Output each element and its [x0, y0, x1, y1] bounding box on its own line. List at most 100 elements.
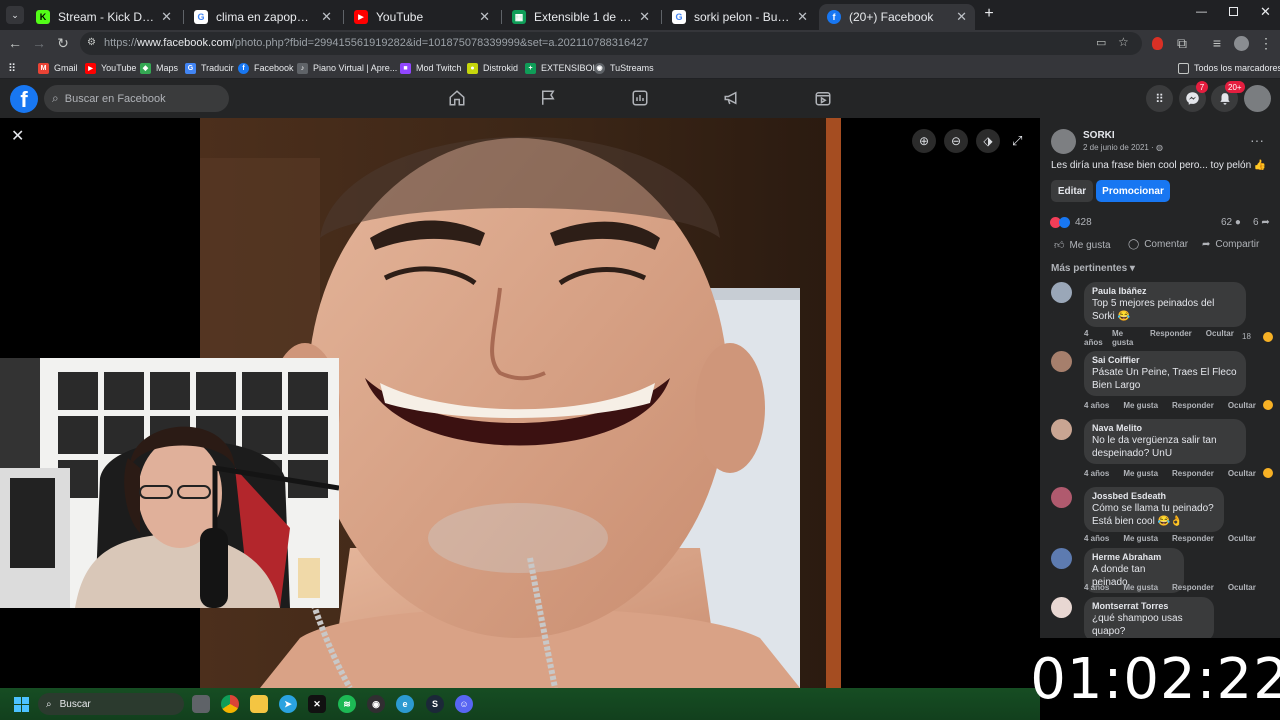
ads-megaphone-icon[interactable] [721, 87, 743, 109]
task-view-icon[interactable] [192, 695, 210, 713]
tab-search-button[interactable]: ⌄ [6, 6, 24, 24]
close-tab-icon[interactable]: ✕ [639, 9, 650, 25]
commenter-avatar[interactable] [1051, 419, 1072, 440]
commenter-avatar[interactable] [1051, 597, 1072, 618]
comment-action-button[interactable]: ◯ Comentar [1128, 239, 1188, 250]
tab-facebook[interactable]: f (20+) Facebook ✕ [819, 4, 975, 30]
bookmark-facebook[interactable]: f Facebook [238, 60, 294, 76]
extensions-puzzle-icon[interactable]: ⧉ [1173, 34, 1191, 52]
address-bar[interactable]: ⚙ https://www.facebook.com/photo.php?fbi… [80, 32, 1142, 55]
author-avatar[interactable] [1051, 129, 1076, 154]
bookmark-tustreams[interactable]: ◉ TuStreams [594, 60, 654, 76]
tab-youtube[interactable]: ▶ YouTube ✕ [346, 4, 498, 30]
dashboard-icon[interactable] [629, 87, 651, 109]
commenter-avatar[interactable] [1051, 487, 1072, 508]
back-icon[interactable]: ← [6, 34, 24, 52]
browser-menu-icon[interactable]: ⋮ [1257, 34, 1275, 52]
close-window-icon[interactable]: ✕ [1260, 4, 1271, 20]
close-tab-icon[interactable]: ✕ [797, 9, 808, 25]
notifications-bell-icon[interactable]: 20+ [1211, 81, 1245, 112]
comment-icon: ◯ [1128, 239, 1140, 250]
pages-flag-icon[interactable] [537, 87, 559, 109]
gaming-icon[interactable] [812, 87, 834, 109]
apps-grid-icon[interactable]: ⠿ [8, 60, 16, 76]
facebook-search-input[interactable]: ⌕ Buscar en Facebook [44, 85, 229, 112]
comment-sort-dropdown[interactable]: Más pertinentes ▾ [1051, 263, 1135, 274]
tab-sorki-search[interactable]: G sorki pelon - Buscar con Googl ✕ [664, 4, 816, 30]
bookmark-distrokid[interactable]: ● Distrokid [467, 60, 518, 76]
post-date[interactable]: 2 de junio de 2021 · ◍ [1083, 143, 1163, 152]
chrome-taskbar-icon[interactable] [221, 695, 239, 713]
bookmark-extensibol[interactable]: + EXTENSIBOL [525, 60, 598, 76]
facebook-logo[interactable]: f [10, 85, 38, 113]
close-tab-icon[interactable]: ✕ [161, 9, 172, 25]
close-viewer-icon[interactable]: ✕ [11, 126, 24, 146]
bookmark-traducir[interactable]: G Traducir [185, 60, 234, 76]
commenter-avatar[interactable] [1051, 548, 1072, 569]
commenter-name[interactable]: Paula Ibáñez [1092, 286, 1238, 296]
menu-grid-icon[interactable]: ⠿ [1146, 85, 1173, 112]
bookmark-piano-virtual[interactable]: ♪ Piano Virtual | Apre... [297, 60, 397, 76]
comments-count[interactable]: 62 ● [1221, 217, 1241, 228]
reload-icon[interactable]: ↻ [54, 34, 72, 52]
taskbar-search-box[interactable]: ⌕ Buscar [38, 693, 184, 715]
zoom-out-icon[interactable]: ⊖ [944, 129, 968, 153]
tab-clima-search[interactable]: G clima en zapopan - Buscar con ✕ [186, 4, 340, 30]
like-action-button[interactable]: 👍︎ Me gusta [1054, 239, 1111, 252]
spotify-icon[interactable]: ≋ [338, 695, 356, 713]
home-icon[interactable] [446, 87, 468, 109]
commenter-name[interactable]: Nava Melito [1092, 423, 1238, 433]
capcut-icon[interactable]: ✕ [308, 695, 326, 713]
comment-actions: 4 años Me gusta Responder Ocultar [1084, 401, 1256, 410]
like-reaction-icon [1059, 217, 1070, 228]
close-tab-icon[interactable]: ✕ [479, 9, 490, 25]
site-info-icon[interactable]: ⚙ [87, 37, 96, 48]
forward-icon[interactable]: → [30, 34, 48, 52]
all-bookmarks-folder[interactable]: Todos los marcadores [1178, 60, 1280, 76]
minimize-icon[interactable]: — [1196, 6, 1207, 18]
shares-count[interactable]: 6 ➦ [1253, 217, 1270, 228]
bookmark-maps[interactable]: ◆ Maps [140, 60, 178, 76]
extension-red-icon[interactable] [1148, 34, 1166, 52]
bookmark-mod-twitch[interactable]: ■ Mod Twitch [400, 60, 461, 76]
close-tab-icon[interactable]: ✕ [321, 9, 332, 25]
windows-start-icon[interactable] [14, 697, 29, 712]
commenter-avatar[interactable] [1051, 282, 1072, 303]
comment-reaction-count[interactable]: 18 [1242, 332, 1251, 341]
tab-kick-dashboard[interactable]: K Stream - Kick Dashboard ✕ [28, 4, 180, 30]
commenter-name[interactable]: Montserrat Torres [1092, 601, 1206, 611]
file-explorer-icon[interactable] [250, 695, 268, 713]
messenger-icon[interactable]: 7 [1179, 81, 1208, 112]
fullscreen-icon[interactable]: ⤢ [1012, 133, 1022, 149]
new-tab-button[interactable]: + [981, 5, 997, 22]
restore-icon[interactable] [1229, 7, 1238, 16]
zoom-in-icon[interactable]: ⊕ [912, 129, 936, 153]
promote-button[interactable]: Promocionar [1096, 180, 1170, 202]
tab-sheets-extensible[interactable]: ▦ Extensible 1 de Dic - Hojas de c ✕ [504, 4, 658, 30]
edge-icon[interactable]: e [396, 695, 414, 713]
bookmark-star-icon[interactable]: ☆ [1118, 35, 1129, 49]
commenter-name[interactable]: Herme Abraham [1092, 552, 1176, 562]
post-options-icon[interactable]: ··· [1250, 132, 1264, 148]
url-text[interactable]: https://www.facebook.com/photo.php?fbid=… [104, 37, 648, 49]
bookmark-youtube[interactable]: ▶ YouTube [85, 60, 136, 76]
telegram-icon[interactable]: ➤ [279, 695, 297, 713]
profile-avatar[interactable] [1232, 34, 1250, 52]
discord-icon[interactable]: ☺ [455, 695, 473, 713]
obs-icon[interactable]: ◉ [367, 695, 385, 713]
steam-icon[interactable]: S [426, 695, 444, 713]
browser-toolbar: ← → ↻ ⚙ https://www.facebook.com/photo.p… [0, 30, 1280, 57]
commenter-name[interactable]: Sai Coiffier [1092, 355, 1238, 365]
author-name[interactable]: SORKI [1083, 130, 1115, 141]
media-queue-icon[interactable]: ≡ [1208, 34, 1226, 52]
reactions-summary[interactable]: 428 [1050, 217, 1092, 228]
commenter-name[interactable]: Jossbed Esdeath [1092, 491, 1216, 501]
install-app-icon[interactable]: ▭ [1096, 36, 1106, 49]
bookmark-gmail[interactable]: M Gmail [38, 60, 78, 76]
account-avatar[interactable] [1244, 85, 1271, 112]
tag-icon[interactable]: ⬗ [976, 129, 1000, 153]
share-action-button[interactable]: ➦ Compartir [1202, 239, 1259, 250]
commenter-avatar[interactable] [1051, 351, 1072, 372]
edit-button[interactable]: Editar [1051, 180, 1093, 202]
close-tab-icon[interactable]: ✕ [956, 9, 967, 25]
